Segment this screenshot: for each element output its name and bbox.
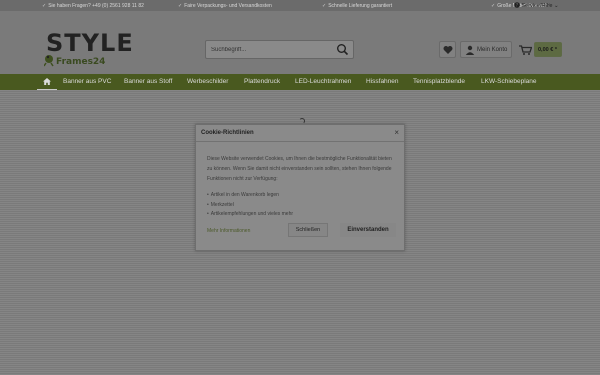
cart-button[interactable]: 0,00 € *: [534, 42, 562, 57]
main-navigation: Banner aus PVC Banner aus Stoff Werbesch…: [0, 74, 600, 90]
account-button[interactable]: Mein Konto: [460, 41, 512, 58]
nav-item-plattendruck[interactable]: Plattendruck: [244, 78, 280, 85]
heart-icon: [443, 46, 453, 54]
check-icon: ✓: [42, 3, 47, 9]
logo[interactable]: STYLE Frames24: [44, 29, 133, 71]
more-info-link[interactable]: Mehr Informationen: [207, 228, 250, 234]
usp-delivery-text: Schnelle Lieferung garantiert: [328, 3, 393, 9]
cookie-close-button[interactable]: Schließen: [288, 223, 328, 237]
cookie-feature-list: Artikel in den Warenkorb legen Merkzette…: [207, 191, 387, 220]
check-icon: ✓: [491, 3, 496, 9]
cookie-modal-header: Cookie-Richtlinien ×: [196, 125, 404, 142]
check-icon: ✓: [322, 3, 327, 9]
site-header: STYLE Frames24 Mein Konto 0,00 € *: [0, 11, 600, 74]
account-label: Mein Konto: [477, 47, 508, 53]
logo-style-text: STYLE: [46, 29, 134, 57]
cookie-modal-title: Cookie-Richtlinien: [201, 130, 254, 136]
nav-item-led-leuchtrahmen[interactable]: LED-Leuchtrahmen: [295, 78, 351, 85]
list-item: Artikelempfehlungen und vieles mehr: [207, 210, 387, 220]
cookie-accept-button[interactable]: Einverstanden: [340, 223, 396, 237]
usp-delivery: ✓ Schnelle Lieferung garantiert: [322, 3, 392, 9]
cookie-modal-text: Diese Website verwendet Cookies, um Ihne…: [207, 156, 392, 182]
cart-total: 0,00 € *: [538, 47, 557, 53]
nav-item-banner-stoff[interactable]: Banner aus Stoff: [124, 78, 172, 85]
usp-shipping: ✓ Faire Verpackungs- und Versandkosten: [178, 3, 272, 9]
service-help-label: Service/Hilfe: [521, 3, 553, 9]
search-input[interactable]: [206, 41, 334, 58]
wishlist-button[interactable]: [439, 41, 456, 58]
search-box: [205, 40, 354, 59]
user-icon: [465, 45, 475, 55]
top-info-bar: ✓ Sie haben Fragen? +49 (0) 2561 928 11 8…: [0, 0, 600, 11]
list-item: Artikel in den Warenkorb legen: [207, 191, 387, 201]
list-item: Merkzettel: [207, 201, 387, 211]
nav-home[interactable]: [37, 74, 57, 90]
nav-item-tennisplatzblende[interactable]: Tennisplatzblende: [413, 78, 465, 85]
help-icon: ?: [514, 2, 520, 9]
check-icon: ✓: [178, 3, 183, 9]
nav-item-hissfahnen[interactable]: Hissfahnen: [366, 78, 399, 85]
usp-shipping-text: Faire Verpackungs- und Versandkosten: [184, 3, 272, 9]
usp-phone-text: Sie haben Fragen? +49 (0) 2561 928 11 82: [48, 3, 144, 9]
nav-item-werbeschilder[interactable]: Werbeschilder: [187, 78, 228, 85]
cart-icon[interactable]: [519, 45, 532, 55]
nav-item-banner-pvc[interactable]: Banner aus PVC: [63, 78, 111, 85]
nav-item-lkw-schiebeplane[interactable]: LKW-Schiebeplane: [481, 78, 537, 85]
usp-phone: ✓ Sie haben Fragen? +49 (0) 2561 928 11 8…: [42, 3, 144, 9]
close-icon[interactable]: ×: [394, 128, 399, 137]
search-icon[interactable]: [336, 43, 349, 56]
service-help-menu[interactable]: ? Service/Hilfe ⌄: [514, 2, 559, 9]
chevron-down-icon: ⌄: [553, 3, 559, 9]
logo-frames-text: Frames24: [56, 57, 106, 67]
home-icon: [43, 78, 51, 85]
